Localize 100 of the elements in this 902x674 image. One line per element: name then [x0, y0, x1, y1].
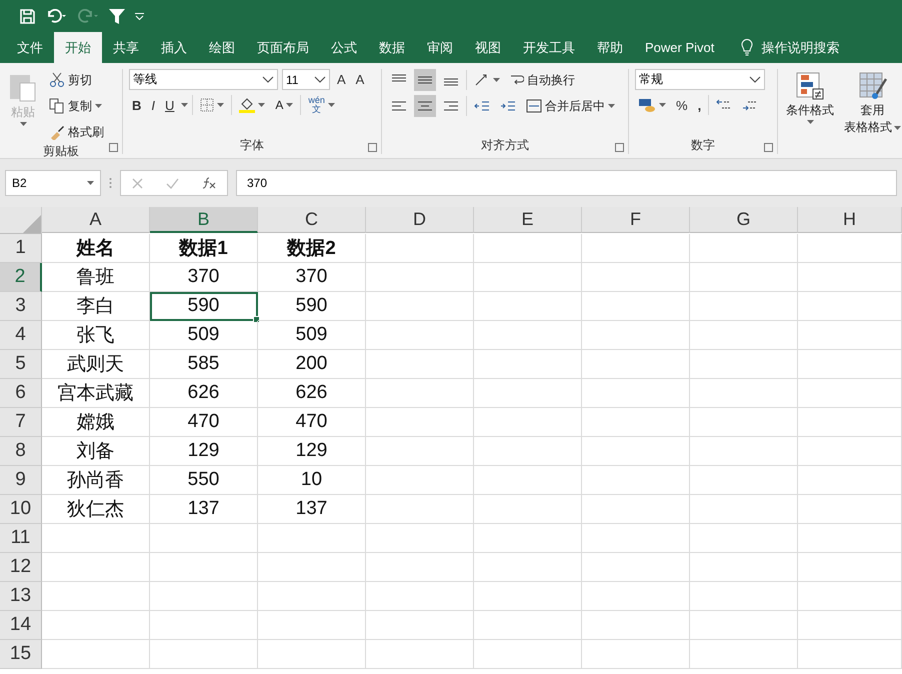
conditional-formatting-button[interactable]: 条件格式 [784, 69, 836, 158]
ribbon-tab[interactable]: 视图 [464, 32, 512, 63]
dialog-launcher-icon[interactable] [368, 143, 377, 152]
row-header[interactable]: 13 [0, 582, 42, 611]
table-cell: 509 [258, 321, 366, 350]
center-align-button[interactable] [414, 95, 436, 117]
table-cell: 585 [150, 350, 258, 379]
ribbon-tab[interactable]: 开发工具 [512, 32, 586, 63]
table-cell: 数据1 [150, 234, 258, 263]
table-cell: 370 [258, 263, 366, 292]
font-color-button[interactable]: A [272, 94, 296, 116]
row-header[interactable]: 9 [0, 466, 42, 495]
table-cell: 200 [258, 350, 366, 379]
dropdown-caret-icon [894, 126, 901, 130]
ribbon-tab[interactable]: 页面布局 [246, 32, 320, 63]
row-header[interactable]: 14 [0, 611, 42, 640]
row-header[interactable]: 6 [0, 379, 42, 408]
dropdown-caret-icon [286, 103, 294, 107]
dialog-launcher-icon[interactable] [615, 143, 624, 152]
fill-handle[interactable] [253, 316, 260, 323]
font-size-combo[interactable]: 11 [282, 69, 330, 90]
name-box[interactable]: B2 [5, 170, 101, 196]
ribbon-tab[interactable]: Power Pivot [634, 32, 726, 63]
right-align-icon [443, 99, 459, 113]
font-name-combo[interactable]: 等线 [129, 69, 278, 90]
row-header[interactable]: 11 [0, 524, 42, 553]
column-header[interactable]: C [258, 207, 366, 233]
italic-button[interactable]: I [148, 98, 158, 112]
undo-button[interactable] [45, 9, 67, 23]
checkmark-icon[interactable] [166, 178, 179, 188]
copy-button[interactable]: 复制 [46, 95, 107, 117]
row-header[interactable]: 4 [0, 321, 42, 350]
dropdown-caret-icon [181, 103, 188, 107]
grow-font-button[interactable]: A [334, 72, 349, 87]
table-cell: 470 [150, 408, 258, 437]
underline-button[interactable]: U [162, 98, 178, 112]
dialog-launcher-icon[interactable] [109, 143, 118, 152]
ribbon-tab[interactable]: 开始 [54, 32, 102, 63]
table-cell: 狄仁杰 [42, 495, 150, 524]
wrap-text-icon [510, 73, 524, 87]
customize-toolbar-button[interactable] [135, 12, 144, 20]
outdent-icon [474, 99, 490, 113]
ribbon-tab[interactable]: 插入 [150, 32, 198, 63]
funnel-icon [109, 8, 125, 24]
ribbon-tab[interactable]: 公式 [320, 32, 368, 63]
table-cell: 李白 [42, 292, 150, 321]
table-cell: 509 [150, 321, 258, 350]
table-cell: 姓名 [42, 234, 150, 263]
group-label: 数字 [691, 137, 715, 154]
column-header[interactable]: F [582, 207, 690, 233]
formula-field[interactable]: 370 [236, 170, 897, 196]
column-header[interactable]: D [366, 207, 474, 233]
shrink-font-button[interactable]: A [352, 72, 368, 87]
group-label: 对齐方式 [481, 137, 529, 154]
wrap-text-button[interactable]: 自动换行 [507, 69, 578, 91]
insert-function-icon[interactable] [202, 177, 216, 189]
bold-button[interactable]: B [129, 98, 144, 112]
dropdown-caret-icon [806, 120, 814, 124]
ribbon-tab[interactable]: 共享 [102, 32, 150, 63]
ribbon-tab[interactable]: 文件 [6, 32, 54, 63]
table-cell: 129 [150, 437, 258, 466]
ribbon-tab[interactable]: 审阅 [416, 32, 464, 63]
filter-button[interactable] [109, 8, 125, 24]
comma-style-button[interactable]: , [694, 98, 704, 112]
phonetic-button[interactable]: wén 文 [305, 94, 338, 116]
column-header[interactable]: E [474, 207, 582, 233]
row-header[interactable]: 1 [0, 234, 42, 263]
middle-align-button[interactable] [414, 69, 436, 91]
borders-icon [200, 98, 214, 112]
table-cell: 宫本武藏 [42, 379, 150, 408]
table-cell: 张飞 [42, 321, 150, 350]
format-painter-button[interactable]: 格式刷 [46, 121, 107, 143]
save-icon [20, 8, 35, 24]
table-cell: 137 [150, 495, 258, 524]
save-button[interactable] [20, 8, 35, 24]
ribbon-tab[interactable]: 绘图 [198, 32, 246, 63]
ribbon-tab[interactable]: 数据 [368, 32, 416, 63]
column-header[interactable]: G [690, 207, 798, 233]
row-header[interactable]: 12 [0, 553, 42, 582]
format-as-table-button[interactable]: 套用 表格格式 [842, 69, 902, 158]
dialog-launcher-icon[interactable] [764, 143, 773, 152]
row-header[interactable]: 15 [0, 640, 42, 669]
number-format-combo[interactable]: 常规 [635, 69, 765, 90]
percent-button[interactable]: % [673, 98, 691, 112]
row-header[interactable]: 7 [0, 408, 42, 437]
tell-me-search[interactable]: 操作说明搜索 [735, 32, 846, 63]
merge-center-button[interactable]: 合并后居中 [523, 95, 618, 117]
ribbon-tab[interactable]: 帮助 [586, 32, 634, 63]
row-header[interactable]: 8 [0, 437, 42, 466]
row-header[interactable]: 5 [0, 350, 42, 379]
column-header[interactable]: B [150, 207, 258, 233]
column-header[interactable]: A [42, 207, 150, 233]
table-cell: 626 [258, 379, 366, 408]
row-header[interactable]: 10 [0, 495, 42, 524]
money-icon [638, 97, 656, 113]
table-cell: 武则天 [42, 350, 150, 379]
column-header[interactable]: H [798, 207, 902, 233]
cut-button[interactable]: 剪切 [46, 69, 107, 91]
row-header[interactable]: 2 [0, 263, 42, 292]
row-header[interactable]: 3 [0, 292, 42, 321]
